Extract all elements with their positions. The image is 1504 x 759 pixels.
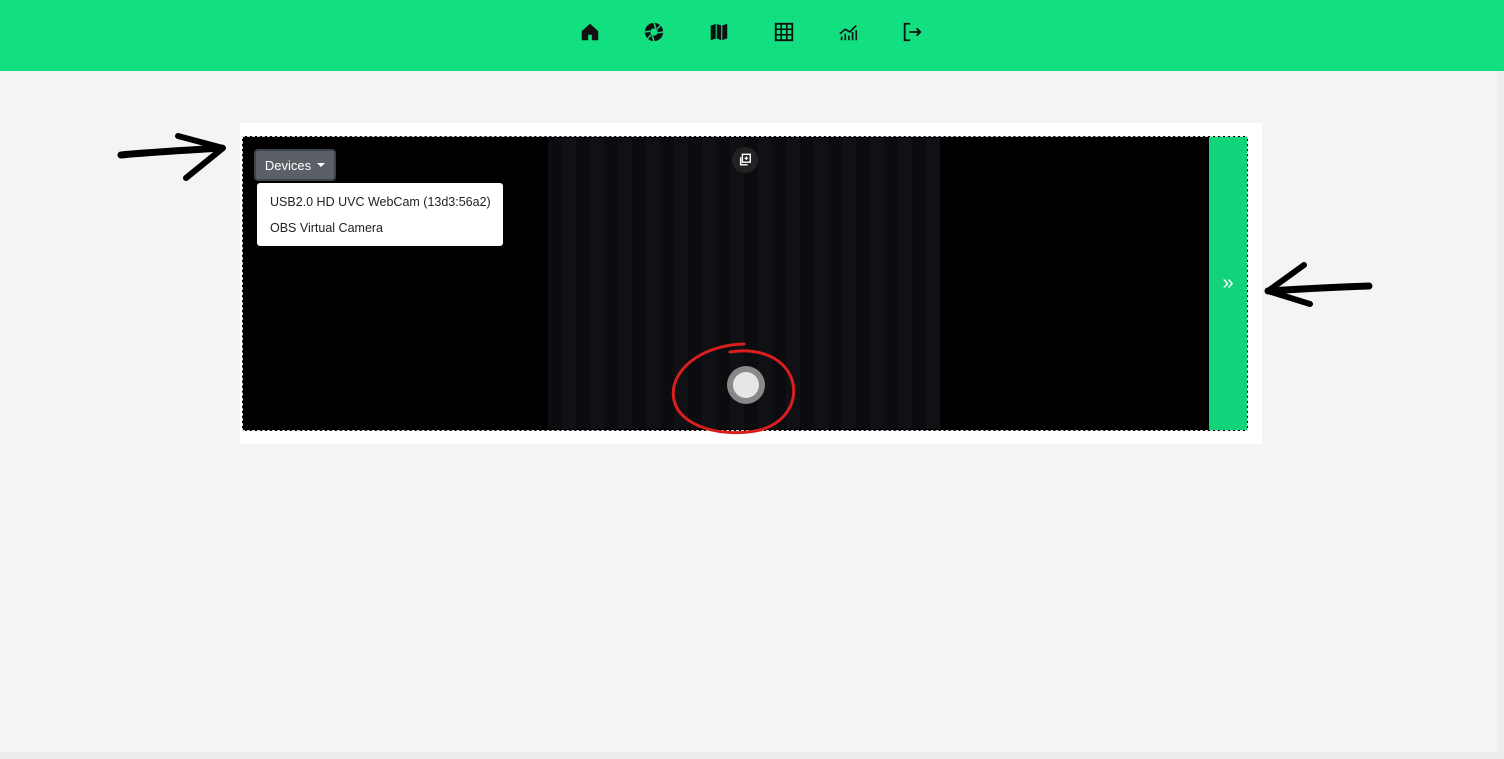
home-icon[interactable]	[576, 18, 604, 46]
chart-icon[interactable]	[834, 18, 862, 46]
devices-label: Devices	[264, 157, 312, 173]
capture-button[interactable]	[727, 366, 765, 404]
device-option[interactable]: OBS Virtual Camera	[270, 221, 383, 235]
table-icon[interactable]	[770, 18, 798, 46]
device-option[interactable]: USB2.0 HD UVC WebCam (13d3:56a2)	[270, 195, 491, 209]
arrow-annotation-left	[117, 133, 226, 181]
switch-camera-icon[interactable]	[732, 147, 758, 173]
nav-icons	[0, 0, 1504, 71]
map-icon[interactable]	[705, 18, 733, 46]
logout-icon[interactable]	[898, 18, 926, 46]
footer-strip	[0, 752, 1504, 759]
capture-button-inner	[733, 372, 759, 398]
scrollbar[interactable]	[1497, 71, 1504, 759]
devices-dropdown-menu: USB2.0 HD UVC WebCam (13d3:56a2) OBS Vir…	[257, 183, 503, 246]
caret-down-icon	[317, 163, 326, 167]
expand-panel-button[interactable]: »	[1209, 137, 1247, 430]
arrow-annotation-right	[1264, 262, 1373, 307]
double-chevron-right-icon: »	[1222, 272, 1234, 294]
devices-dropdown-button[interactable]: Devices	[254, 149, 336, 181]
aperture-icon[interactable]	[640, 18, 668, 46]
